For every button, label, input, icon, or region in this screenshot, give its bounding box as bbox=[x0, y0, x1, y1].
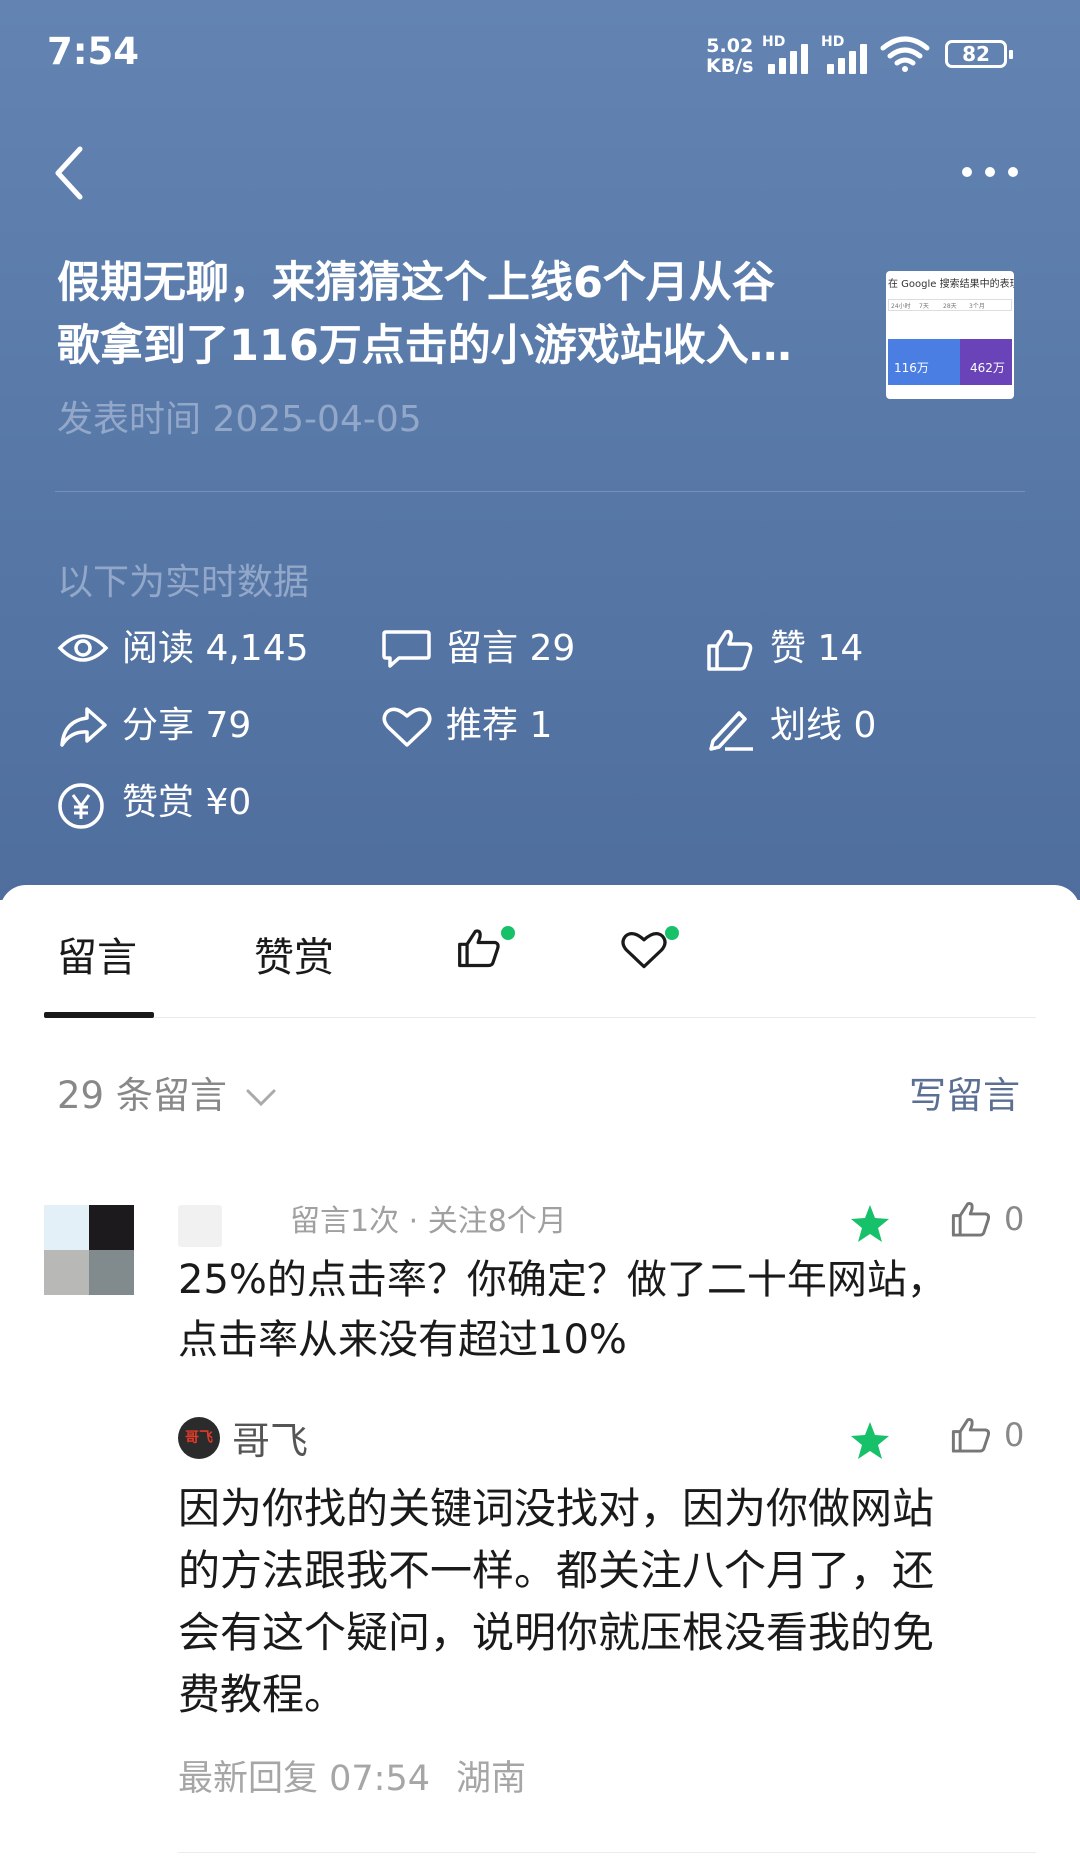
thumbs-up-icon bbox=[951, 1417, 991, 1453]
article-title[interactable]: 假期无聊，来猜猜这个上线6个月从谷 歌拿到了116万点击的小游戏站收入… bbox=[57, 252, 857, 378]
reply-location: 湖南 bbox=[456, 1759, 527, 1799]
thumbnail-metric-clicks: 116万 bbox=[888, 339, 960, 385]
tab-comments[interactable]: 留言 bbox=[57, 925, 137, 983]
reply-text: 因为你找的关键词没找对，因为你做网站 的方法跟我不一样。都关注八个月了，还 会有… bbox=[178, 1484, 935, 1719]
thumbs-up-icon bbox=[707, 629, 753, 671]
yen-coin-icon bbox=[58, 783, 104, 829]
chevron-left-icon[interactable] bbox=[50, 145, 90, 201]
tab-active-indicator bbox=[44, 1012, 154, 1018]
share-icon bbox=[60, 707, 107, 747]
heart-icon[interactable] bbox=[620, 929, 668, 971]
status-bar: 7:54 5.02 KB/s HD HD 82 bbox=[0, 0, 1080, 100]
reply-meta: 最新回复 07:54 湖南 bbox=[178, 1750, 526, 1801]
pen-icon bbox=[709, 711, 753, 751]
avatar[interactable]: 哥飞 bbox=[178, 1417, 220, 1459]
more-horizontal-icon[interactable] bbox=[960, 165, 1020, 179]
comment-count-dropdown[interactable]: 29 条留言 bbox=[57, 1065, 277, 1119]
chevron-down-icon bbox=[246, 1089, 276, 1106]
avatar[interactable] bbox=[44, 1205, 134, 1295]
commenter-name bbox=[178, 1205, 222, 1247]
thumbs-up-icon[interactable] bbox=[456, 925, 504, 971]
write-comment-button[interactable]: 写留言 bbox=[909, 1065, 1020, 1119]
tab-tips[interactable]: 赞赏 bbox=[254, 925, 334, 983]
comment-divider bbox=[178, 1852, 1036, 1853]
tab-divider bbox=[44, 1017, 1036, 1018]
comment-text: 25%的点击率？你确定？做了二十年网站， 点击率从来没有超过10% bbox=[178, 1257, 947, 1363]
network-speed: 5.02 KB/s bbox=[706, 35, 754, 77]
thumbnail-tabs: 24小时 7天 28天 3个月 bbox=[888, 299, 1012, 311]
comment-meta: 留言1次 · 关注8个月 bbox=[290, 1204, 567, 1239]
star-icon bbox=[851, 1205, 889, 1242]
article-header-panel bbox=[0, 0, 1080, 900]
status-time: 7:54 bbox=[47, 30, 140, 73]
star-icon bbox=[851, 1422, 889, 1459]
comment-icon bbox=[382, 630, 431, 668]
reply-author-name: 哥飞 bbox=[232, 1419, 309, 1463]
tab-heart-dot bbox=[665, 926, 679, 940]
latest-reply-time: 最新回复 07:54 bbox=[178, 1759, 430, 1799]
tab-like-dot bbox=[501, 926, 515, 940]
thumbnail-metric-impressions: 462万 bbox=[960, 339, 1012, 385]
battery-indicator: 82 bbox=[945, 40, 1013, 68]
header-divider bbox=[55, 491, 1025, 492]
heart-icon bbox=[382, 707, 432, 747]
realtime-label: 以下为实时数据 bbox=[57, 562, 310, 603]
wifi-icon bbox=[880, 36, 930, 72]
article-thumbnail[interactable]: 在 Google 搜索结果中的表现 24小时 7天 28天 3个月 116万 4… bbox=[886, 271, 1014, 399]
eye-icon bbox=[57, 634, 109, 662]
publish-time: 发表时间 2025-04-05 bbox=[57, 399, 422, 440]
thumbs-up-icon bbox=[951, 1201, 991, 1237]
